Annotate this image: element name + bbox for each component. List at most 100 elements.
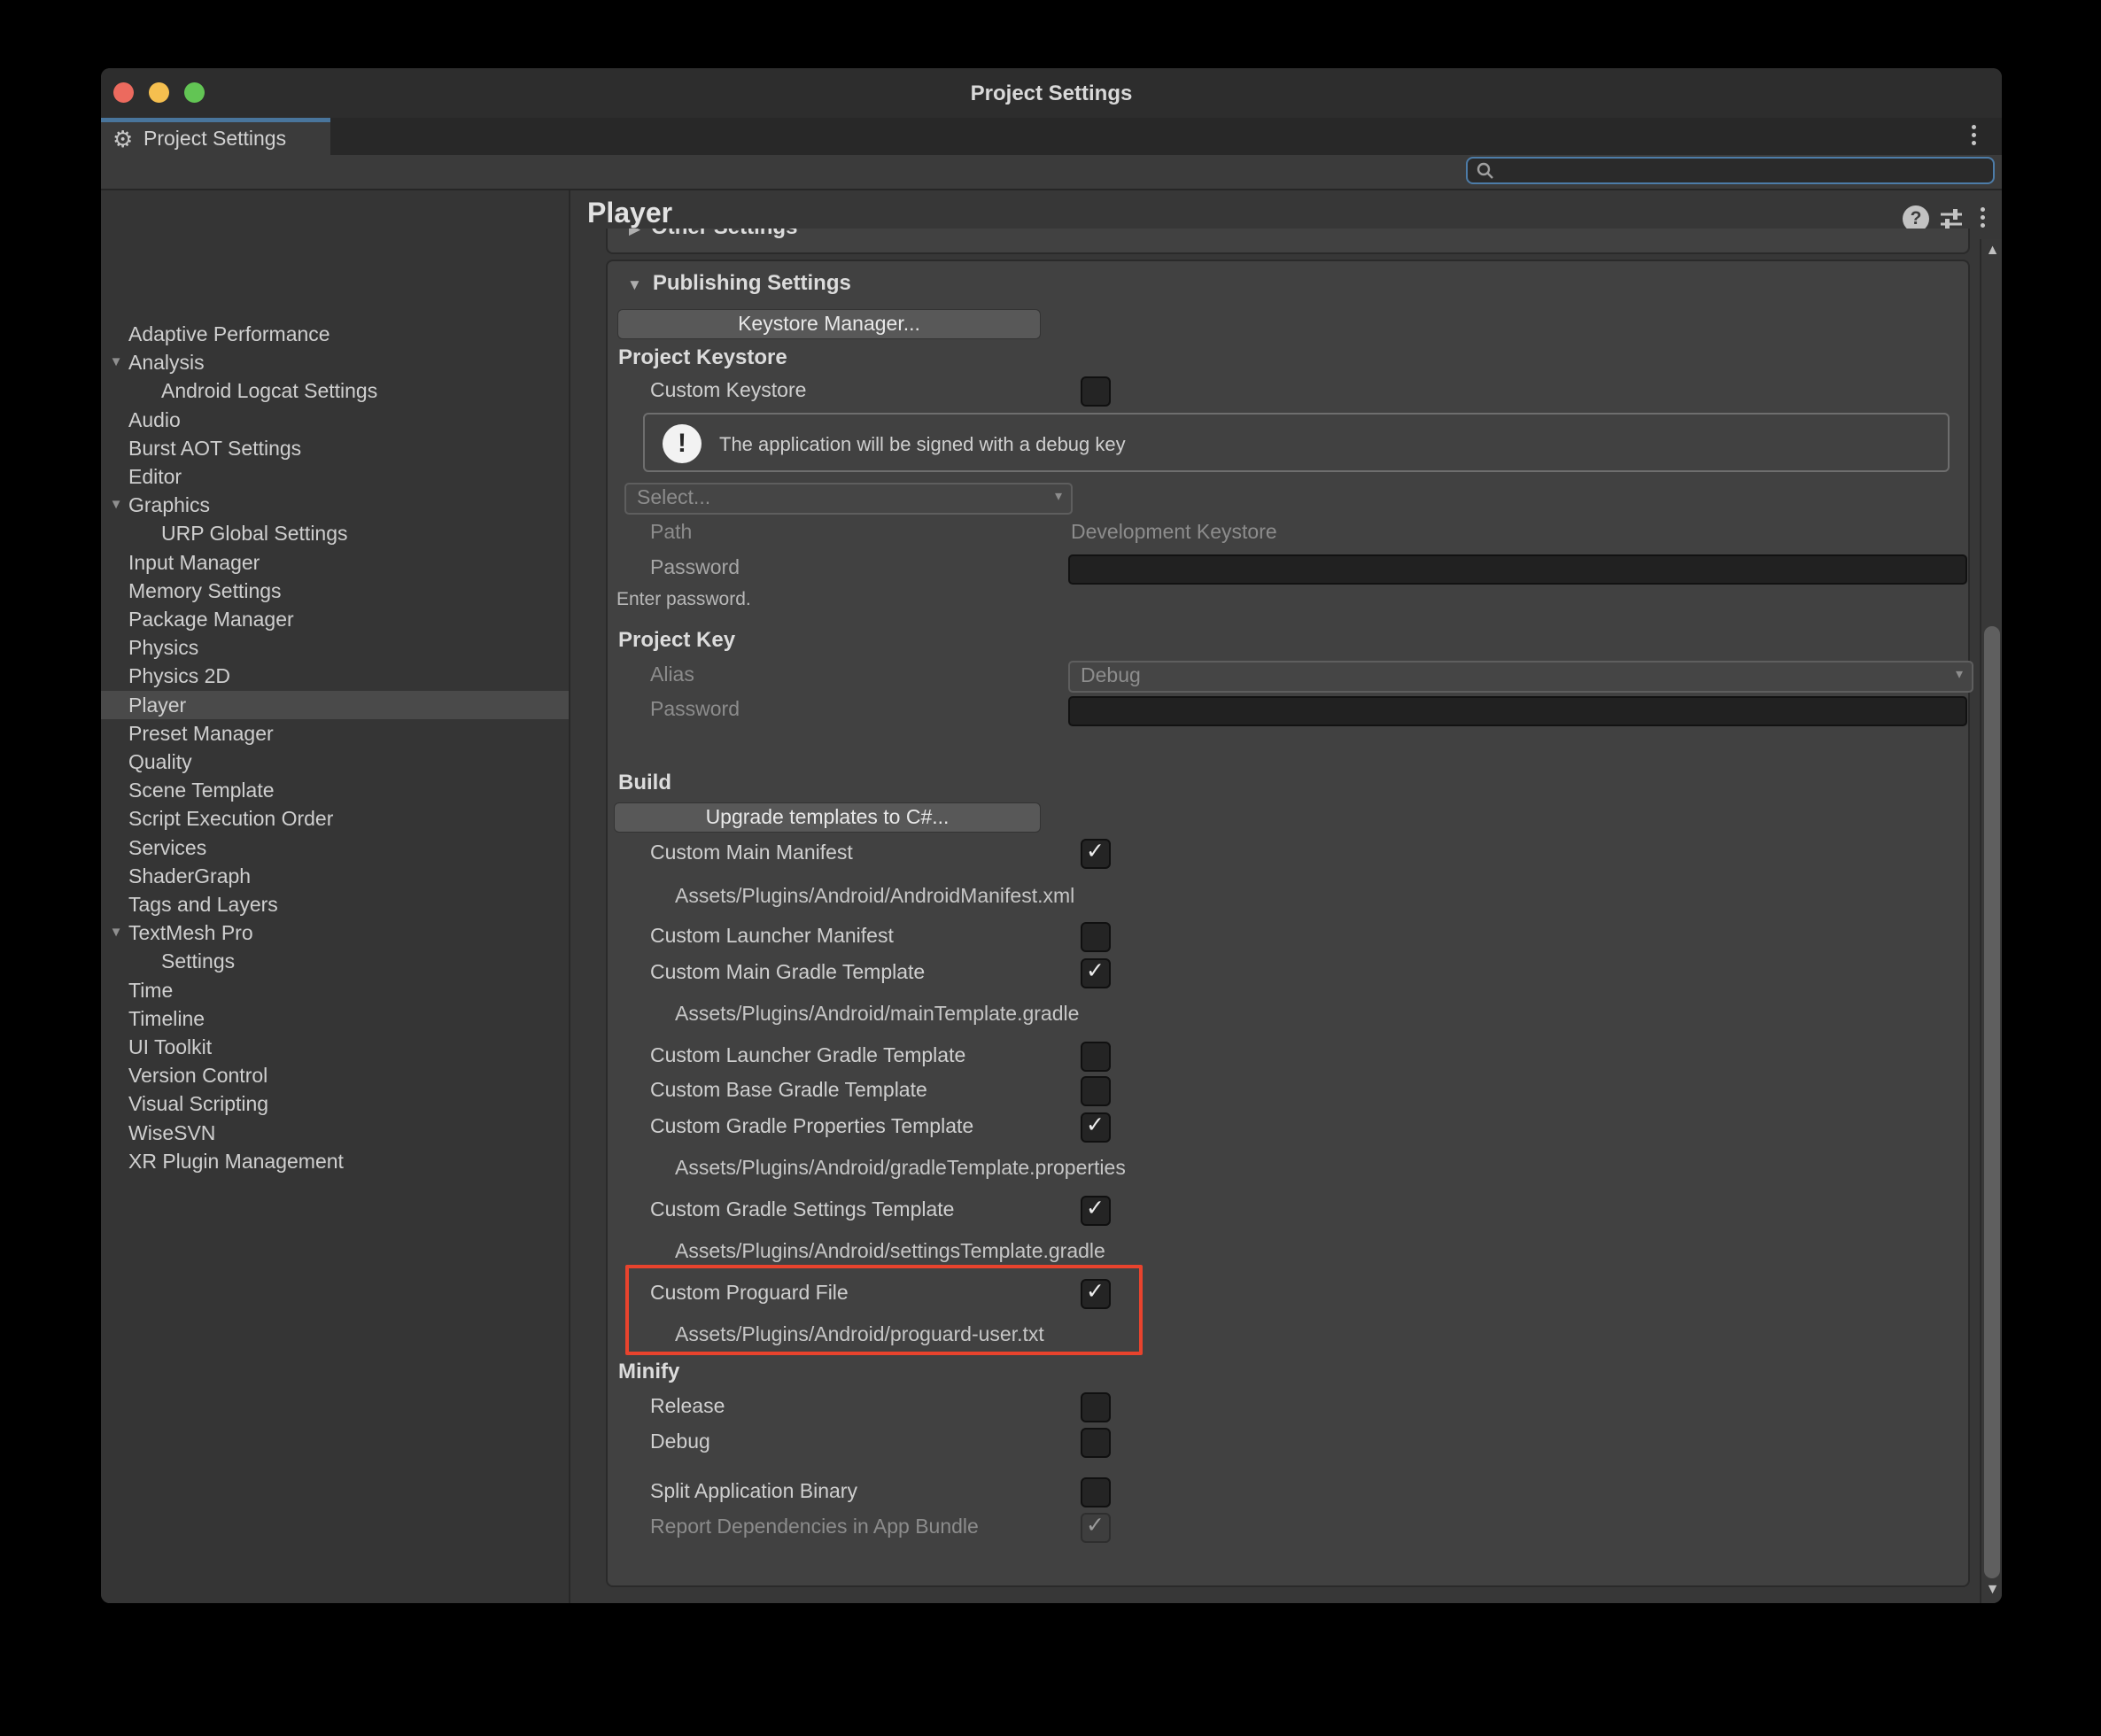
sidebar-item-urp-global-settings[interactable]: URP Global Settings (101, 519, 569, 547)
checkbox-split-application-binary[interactable] (1081, 1477, 1111, 1507)
tab-project-settings[interactable]: ⚙ Project Settings (101, 118, 330, 155)
sidebar-item-textmesh-pro[interactable]: ▼TextMesh Pro (101, 918, 569, 947)
upgrade-templates-button[interactable]: Upgrade templates to C#... (614, 802, 1041, 833)
scrollbar-thumb[interactable] (1984, 626, 2000, 1578)
custom-main-manifest-label: Custom Main Manifest (650, 838, 853, 866)
keystore-password-input[interactable] (1068, 554, 1967, 585)
custom-main-gradle-template-path: Assets/Plugins/Android/mainTemplate.grad… (675, 1001, 1079, 1026)
minify-release-label: Release (650, 1391, 725, 1420)
custom-launcher-gradle-template-label: Custom Launcher Gradle Template (650, 1041, 965, 1069)
alias-dropdown[interactable]: Debug ▾ (1068, 661, 1973, 693)
sidebar-item-physics[interactable]: Physics (101, 633, 569, 662)
sidebar-item-preset-manager[interactable]: Preset Manager (101, 719, 569, 748)
custom-main-gradle-template-label: Custom Main Gradle Template (650, 957, 925, 986)
other-settings-section[interactable]: ▶Other Settings (606, 229, 1970, 254)
settings-sidebar: Adaptive Performance ▼Analysis Android L… (101, 190, 570, 1603)
checkbox-custom-base-gradle-template[interactable] (1081, 1076, 1111, 1106)
sidebar-item-physics-2d[interactable]: Physics 2D (101, 662, 569, 690)
split-application-binary-label: Split Application Binary (650, 1476, 857, 1505)
sidebar-item-quality[interactable]: Quality (101, 748, 569, 776)
sidebar-item-timeline[interactable]: Timeline (101, 1004, 569, 1033)
highlight-box (625, 1265, 1143, 1355)
info-text: The application will be signed with a de… (719, 415, 1126, 474)
foldout-triangle-icon[interactable]: ▼ (106, 918, 126, 947)
publishing-settings-foldout[interactable]: ▼Publishing Settings (627, 269, 851, 298)
checkbox-custom-main-manifest[interactable] (1081, 839, 1111, 869)
checkbox-minify-debug[interactable] (1081, 1428, 1111, 1458)
checkbox-custom-main-gradle-template[interactable] (1081, 958, 1111, 988)
custom-gradle-settings-template-path: Assets/Plugins/Android/settingsTemplate.… (675, 1238, 1105, 1263)
sidebar-item-textmeshpro-settings[interactable]: Settings (101, 947, 569, 975)
project-keystore-heading: Project Keystore (618, 344, 787, 372)
checkbox-custom-keystore[interactable] (1081, 376, 1111, 407)
checkbox-custom-launcher-manifest[interactable] (1081, 922, 1111, 952)
sidebar-item-tags-and-layers[interactable]: Tags and Layers (101, 890, 569, 918)
key-password-input[interactable] (1068, 696, 1967, 726)
enter-password-hint: Enter password. (616, 589, 751, 610)
sidebar-item-wisesvn[interactable]: WiseSVN (101, 1119, 569, 1147)
scroll-up-icon[interactable]: ▲ (1981, 243, 2002, 259)
other-settings-foldout[interactable]: ▶Other Settings (629, 229, 797, 242)
custom-base-gradle-template-label: Custom Base Gradle Template (650, 1075, 927, 1104)
sidebar-item-services[interactable]: Services (101, 833, 569, 862)
sidebar-item-editor[interactable]: Editor (101, 462, 569, 491)
sidebar-item-visual-scripting[interactable]: Visual Scripting (101, 1089, 569, 1118)
checkbox-custom-gradle-properties-template[interactable] (1081, 1112, 1111, 1143)
foldout-triangle-icon[interactable]: ▼ (106, 348, 126, 376)
sidebar-item-scene-template[interactable]: Scene Template (101, 776, 569, 804)
sidebar-item-input-manager[interactable]: Input Manager (101, 548, 569, 577)
custom-gradle-properties-template-label: Custom Gradle Properties Template (650, 1112, 973, 1140)
sidebar-item-android-logcat-settings[interactable]: Android Logcat Settings (101, 376, 569, 405)
path-value: Development Keystore (1071, 517, 1277, 546)
checkbox-custom-gradle-settings-template[interactable] (1081, 1196, 1111, 1226)
tab-label: Project Settings (143, 122, 286, 155)
sidebar-item-package-manager[interactable]: Package Manager (101, 605, 569, 633)
vertical-scrollbar[interactable]: ▲ ▼ (1980, 239, 2002, 1603)
alias-label: Alias (650, 660, 694, 688)
sidebar-item-version-control[interactable]: Version Control (101, 1061, 569, 1089)
path-label: Path (650, 517, 692, 546)
checkbox-minify-release[interactable] (1081, 1392, 1111, 1422)
sidebar-item-script-execution-order[interactable]: Script Execution Order (101, 804, 569, 833)
sidebar-item-time[interactable]: Time (101, 976, 569, 1004)
minify-heading: Minify (618, 1358, 679, 1386)
tab-more-icon[interactable] (1966, 125, 1981, 145)
search-box[interactable] (1466, 157, 1995, 184)
minify-debug-label: Debug (650, 1427, 710, 1455)
titlebar: Project Settings (101, 68, 2002, 118)
sidebar-item-graphics[interactable]: ▼Graphics (101, 491, 569, 519)
sidebar-item-ui-toolkit[interactable]: UI Toolkit (101, 1033, 569, 1061)
custom-gradle-properties-template-path: Assets/Plugins/Android/gradleTemplate.pr… (675, 1155, 1126, 1180)
checkbox-report-dependencies[interactable] (1081, 1513, 1111, 1543)
sidebar-item-audio[interactable]: Audio (101, 406, 569, 434)
scroll-down-icon[interactable]: ▼ (1981, 1582, 2002, 1598)
search-input[interactable] (1501, 158, 1993, 183)
custom-gradle-settings-template-label: Custom Gradle Settings Template (650, 1195, 954, 1223)
sidebar-item-player[interactable]: Player (101, 691, 569, 719)
sidebar-item-burst-aot-settings[interactable]: Burst AOT Settings (101, 434, 569, 462)
keystore-select-dropdown[interactable]: Select... ▾ (624, 483, 1073, 515)
keystore-manager-button[interactable]: Keystore Manager... (617, 309, 1041, 339)
gear-icon: ⚙ (112, 126, 133, 153)
project-settings-window: Project Settings ⚙ Project Settings Adap… (101, 68, 2002, 1603)
page-title: Player (587, 197, 672, 229)
info-box: ! The application will be signed with a … (643, 413, 1950, 472)
chevron-down-icon: ▾ (1956, 663, 1963, 687)
sidebar-item-adaptive-performance[interactable]: Adaptive Performance (101, 320, 569, 348)
custom-launcher-manifest-label: Custom Launcher Manifest (650, 921, 894, 949)
chevron-down-icon: ▾ (1055, 484, 1062, 509)
foldout-right-icon: ▶ (629, 229, 640, 237)
build-heading: Build (618, 769, 671, 797)
sidebar-item-memory-settings[interactable]: Memory Settings (101, 577, 569, 605)
sidebar-item-analysis[interactable]: ▼Analysis (101, 348, 569, 376)
toolbar (101, 155, 2002, 190)
checkbox-custom-launcher-gradle-template[interactable] (1081, 1042, 1111, 1072)
sidebar-item-shadergraph[interactable]: ShaderGraph (101, 862, 569, 890)
header-more-icon[interactable] (1975, 207, 1989, 228)
sidebar-item-xr-plugin-management[interactable]: XR Plugin Management (101, 1147, 569, 1175)
custom-main-manifest-path: Assets/Plugins/Android/AndroidManifest.x… (675, 883, 1074, 908)
foldout-triangle-icon[interactable]: ▼ (106, 491, 126, 519)
key-password-label: Password (650, 694, 740, 723)
custom-keystore-label: Custom Keystore (650, 376, 806, 404)
foldout-down-icon: ▼ (627, 276, 642, 293)
